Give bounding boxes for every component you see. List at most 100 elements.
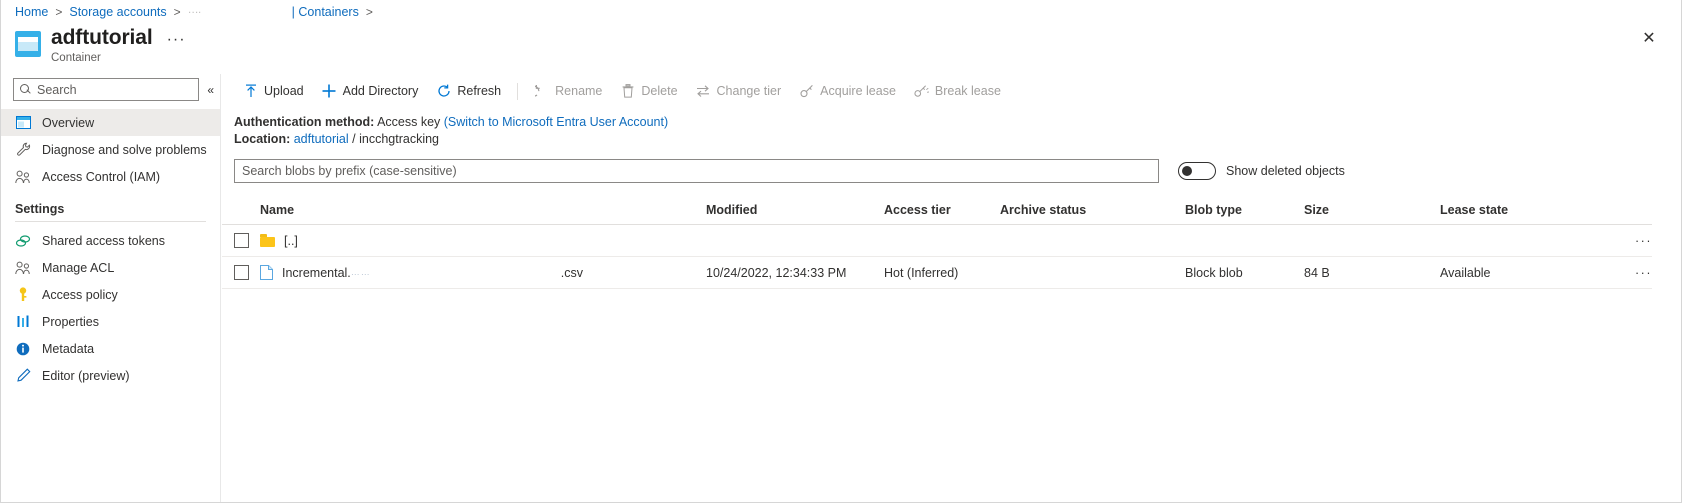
page-title: adftutorial (51, 26, 153, 50)
column-header-lease-state[interactable]: Lease state (1440, 199, 1614, 225)
info-icon (15, 341, 31, 357)
sidebar-item-label: Overview (42, 116, 94, 130)
sidebar-item-label: Editor (preview) (42, 369, 130, 383)
sidebar-item-metadata[interactable]: Metadata (1, 335, 220, 362)
row-access-tier: Hot (Inferred) (884, 257, 1000, 289)
column-header-access-tier[interactable]: Access tier (884, 199, 1000, 225)
delete-button[interactable]: Delete (611, 77, 686, 105)
sidebar-item-access-control[interactable]: Access Control (IAM) (1, 163, 220, 190)
acquire-lease-button[interactable]: Acquire lease (790, 77, 905, 105)
row-modified: 10/24/2022, 12:34:33 PM (706, 257, 884, 289)
more-options-button[interactable]: ··· (167, 31, 186, 49)
table-row[interactable]: Incremental. …… .csv 10/24/2022, 12:34:3… (222, 257, 1652, 289)
switch-auth-link[interactable]: (Switch to Microsoft Entra User Account) (444, 115, 668, 129)
sidebar-item-editor-preview[interactable]: Editor (preview) (1, 362, 220, 389)
page-subtitle: Container (51, 52, 186, 64)
properties-icon (15, 314, 31, 330)
upload-button[interactable]: Upload (234, 77, 313, 105)
row-context-menu-button[interactable]: ··· (1614, 257, 1652, 289)
search-input[interactable] (37, 83, 192, 97)
collapse-sidebar-icon[interactable]: « (207, 83, 214, 97)
row-archive-status (1000, 225, 1185, 257)
blob-list-table: Name Modified Access tier Archive status… (222, 199, 1652, 289)
sidebar-item-label: Metadata (42, 342, 94, 356)
change-tier-button[interactable]: Change tier (687, 77, 791, 105)
row-size: 84 B (1304, 257, 1440, 289)
sidebar-search-row: « (1, 78, 220, 101)
sidebar: « Overview Diagnose and solve problems A… (1, 74, 221, 502)
sidebar-item-shared-access-tokens[interactable]: Shared access tokens (1, 227, 220, 254)
toolbar-button-label: Rename (555, 84, 602, 98)
break-lease-button[interactable]: Break lease (905, 77, 1010, 105)
sidebar-item-label: Properties (42, 315, 99, 329)
row-lease-state (1440, 225, 1614, 257)
sidebar-item-diagnose[interactable]: Diagnose and solve problems (1, 136, 220, 163)
row-context-menu-button[interactable]: ··· (1614, 225, 1652, 257)
breadcrumb: Home > Storage accounts > …… | Container… (15, 5, 380, 19)
table-row[interactable]: [..] ··· (222, 225, 1652, 257)
column-header-name[interactable]: Name (260, 199, 706, 225)
key-icon (15, 287, 31, 303)
main-content: Upload Add Directory Refresh Rename (222, 74, 1681, 502)
toolbar-button-label: Break lease (935, 84, 1001, 98)
sidebar-search-box[interactable] (13, 78, 199, 101)
row-checkbox[interactable] (234, 265, 249, 280)
breadcrumb-separator: > (55, 5, 62, 19)
column-header-size[interactable]: Size (1304, 199, 1440, 225)
authentication-method-value: Access key (377, 115, 440, 129)
row-checkbox-cell (222, 257, 260, 289)
location-separator: / (352, 132, 355, 146)
breadcrumb-item-home[interactable]: Home (15, 5, 48, 19)
pencil-icon (15, 368, 31, 384)
plus-icon (322, 84, 337, 99)
upload-arrow-icon (243, 84, 258, 99)
toolbar-button-label: Upload (264, 84, 304, 98)
toolbar-button-label: Acquire lease (820, 84, 896, 98)
lease-icon (799, 84, 814, 99)
container-info: Authentication method: Access key (Switc… (222, 107, 1681, 148)
toolbar-button-label: Refresh (457, 84, 501, 98)
row-checkbox[interactable] (234, 233, 249, 248)
column-header-modified[interactable]: Modified (706, 199, 884, 225)
refresh-button[interactable]: Refresh (427, 77, 510, 105)
search-icon (20, 84, 32, 96)
sidebar-item-label: Access policy (42, 288, 118, 302)
rename-button[interactable]: Rename (525, 77, 611, 105)
sidebar-item-properties[interactable]: Properties (1, 308, 220, 335)
container-icon (15, 31, 41, 57)
wrench-icon (15, 142, 31, 158)
breadcrumb-item-redacted: …… (188, 6, 202, 19)
location-row: Location: adftutorial / incchgtracking (234, 131, 1681, 148)
sidebar-item-access-policy[interactable]: Access policy (1, 281, 220, 308)
show-deleted-label: Show deleted objects (1226, 164, 1345, 178)
row-name[interactable]: Incremental. (282, 266, 351, 280)
column-header-archive-status[interactable]: Archive status (1000, 199, 1185, 225)
sidebar-item-label: Access Control (IAM) (42, 170, 160, 184)
show-deleted-toggle[interactable] (1178, 162, 1216, 180)
blob-search-input[interactable] (242, 160, 1151, 182)
sidebar-item-label: Shared access tokens (42, 234, 165, 248)
azure-container-blade: Home > Storage accounts > …… | Container… (0, 0, 1682, 503)
column-header-menu (1614, 199, 1652, 225)
row-name-cell: [..] (260, 225, 706, 257)
toolbar-button-label: Delete (641, 84, 677, 98)
table-header-row: Name Modified Access tier Archive status… (222, 199, 1652, 225)
people-icon (15, 169, 31, 185)
breadcrumb-item-containers[interactable]: | Containers (292, 5, 359, 19)
row-modified (706, 225, 884, 257)
toolbar: Upload Add Directory Refresh Rename (222, 75, 1681, 107)
row-blob-type (1185, 225, 1304, 257)
swap-icon (696, 84, 711, 99)
sidebar-item-overview[interactable]: Overview (1, 109, 220, 136)
location-label: Location: (234, 132, 290, 146)
add-directory-button[interactable]: Add Directory (313, 77, 428, 105)
sidebar-item-manage-acl[interactable]: Manage ACL (1, 254, 220, 281)
column-header-blob-type[interactable]: Blob type (1185, 199, 1304, 225)
close-icon[interactable]: ✕ (1639, 29, 1659, 49)
show-deleted-toggle-wrap: Show deleted objects (1178, 162, 1345, 180)
blob-search-box[interactable] (234, 159, 1159, 183)
row-name[interactable]: [..] (284, 234, 298, 248)
location-container-link[interactable]: adftutorial (294, 132, 349, 146)
breadcrumb-item-storage-accounts[interactable]: Storage accounts (69, 5, 166, 19)
row-size (1304, 225, 1440, 257)
